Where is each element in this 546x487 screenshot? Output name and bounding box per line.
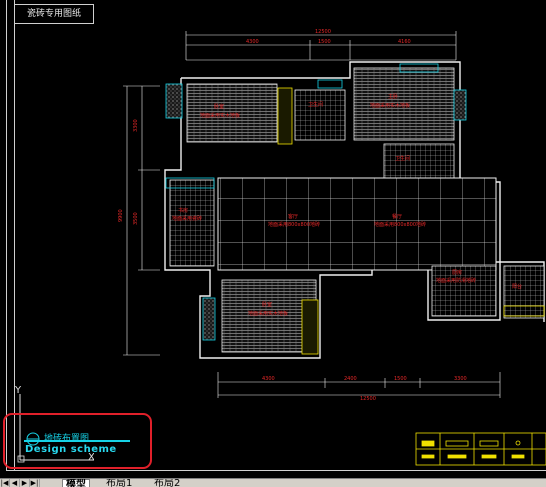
study-room-floor — [169, 179, 215, 267]
svg-text:3500: 3500 — [133, 212, 139, 225]
svg-text:卧室: 卧室 — [214, 103, 224, 110]
svg-text:3300: 3300 — [454, 376, 467, 382]
svg-text:卧室: 卧室 — [262, 301, 272, 308]
left-dimensions — [123, 85, 160, 356]
svg-text:地面采用实木地板: 地面采用实木地板 — [370, 102, 410, 109]
living-room-floor — [217, 177, 497, 271]
balcony-floor — [503, 265, 545, 319]
svg-text:客厅: 客厅 — [288, 213, 298, 220]
top-dimensions — [185, 31, 457, 61]
title-table — [415, 432, 546, 466]
svg-text:主卧: 主卧 — [388, 93, 398, 100]
svg-text:12500: 12500 — [360, 396, 376, 402]
svg-text:地面采用实木地板: 地面采用实木地板 — [248, 310, 288, 317]
svg-text:1500: 1500 — [394, 376, 407, 382]
svg-text:厨房: 厨房 — [452, 269, 462, 276]
svg-text:书房: 书房 — [178, 207, 188, 214]
kitchen-floor — [431, 265, 497, 317]
svg-text:餐厅: 餐厅 — [392, 213, 402, 220]
closet-1 — [277, 87, 293, 145]
drawing-canvas[interactable]: 瓷砖专用图纸 12500 4300 1500 4160 3300 3500 99… — [0, 0, 546, 478]
ucs-y-label: Y — [14, 385, 22, 396]
svg-text:地面采用实木地板: 地面采用实木地板 — [200, 112, 240, 119]
svg-text:12500: 12500 — [315, 29, 331, 35]
svg-text:地面采用防滑地砖: 地面采用防滑地砖 — [436, 277, 476, 284]
svg-text:阳台: 阳台 — [512, 283, 522, 290]
svg-text:4160: 4160 — [398, 39, 411, 45]
svg-text:卫生间: 卫生间 — [308, 101, 323, 108]
svg-text:4300: 4300 — [262, 376, 275, 382]
svg-text:4300: 4300 — [246, 39, 259, 45]
svg-text:地面采用瓷砖: 地面采用瓷砖 — [172, 215, 202, 222]
svg-text:地面采用800x800地砖: 地面采用800x800地砖 — [268, 221, 320, 228]
svg-text:3300: 3300 — [133, 119, 139, 132]
svg-text:卫生间: 卫生间 — [395, 155, 410, 162]
bathroom-1-floor — [294, 89, 346, 141]
svg-text:9900: 9900 — [118, 209, 124, 222]
svg-text:2400: 2400 — [344, 376, 357, 382]
highlight-annotation — [3, 413, 152, 469]
svg-text:地面采用800x800地砖: 地面采用800x800地砖 — [374, 221, 426, 228]
svg-text:1500: 1500 — [318, 39, 331, 45]
